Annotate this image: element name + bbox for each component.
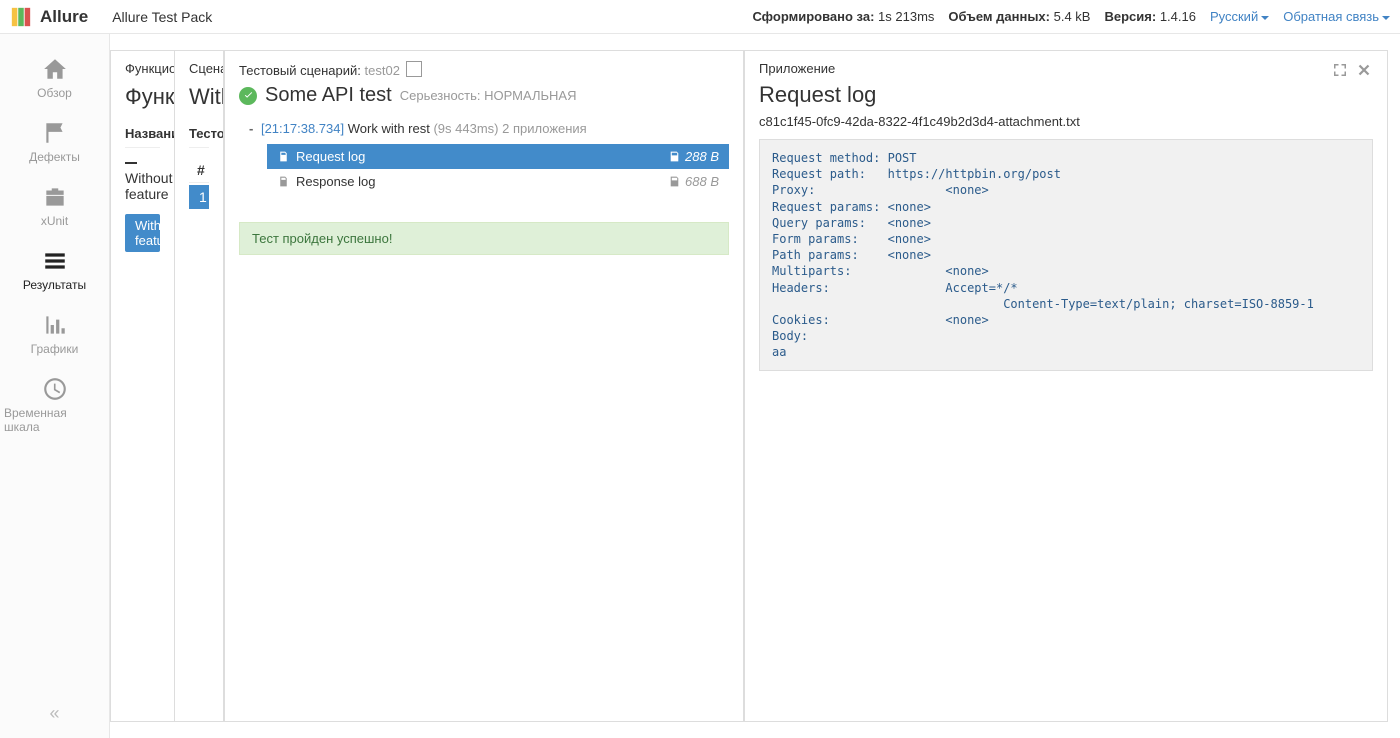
version-value: 1.4.16 [1160,9,1196,24]
scenario-index: 1 [199,189,207,205]
step-row[interactable]: - [21:17:38.734] Work with rest (9s 443m… [239,117,729,140]
sidebar-item-behaviors[interactable]: Результаты [0,238,109,302]
feature-row-label: Without feature [125,170,172,202]
step-timestamp: [21:17:38.734] [261,121,344,136]
sidebar-item-overview[interactable]: Обзор [0,46,109,110]
status-passed-icon [239,87,257,105]
chevron-down-icon [1382,16,1390,20]
sidebar-item-timeline[interactable]: Временная шкала [0,366,109,444]
attachment-body: Request method: POST Request path: https… [759,139,1373,371]
topbar: Allure Allure Test Pack Сформировано за:… [0,0,1400,34]
briefcase-icon [42,184,68,210]
sidebar-item-label: xUnit [41,214,68,228]
step-attachment-count: 2 приложения [502,121,587,136]
flag-icon [42,120,68,146]
sidebar-collapse-button[interactable]: « [0,695,109,738]
expand-icon[interactable] [1331,61,1349,79]
breadcrumb: Приложение [759,61,876,76]
generated-label: Сформировано за: [752,9,874,24]
attachment-row[interactable]: Request log 288 B [267,144,729,169]
sidebar-item-defects[interactable]: Дефекты [0,110,109,174]
attachment-name: Response log [296,174,376,189]
chevron-double-left-icon: « [49,703,59,723]
breadcrumb-value: test02 [365,63,400,78]
home-icon [42,56,68,82]
sidebar-item-label: Временная шкала [4,406,105,434]
breadcrumb: Тестовый сценарий: test02 [239,61,729,78]
breadcrumb: Функциональность [125,61,160,76]
selected-feature[interactable]: Without feature [125,214,160,252]
step-name: Work with rest [348,121,430,136]
breadcrumb-label: Тестовый сценарий: [239,63,361,78]
success-banner: Тест пройден успешно! [239,222,729,255]
column-header: Тестовые [189,120,209,148]
version-label: Версия: [1104,9,1156,24]
save-icon [668,175,681,188]
severity: Серьезность: НОРМАЛЬНАЯ [400,88,577,103]
file-icon [277,175,290,188]
copy-icon[interactable] [408,63,422,77]
scenario-row[interactable]: 1 [189,185,209,209]
datasize-block: Объем данных: 5.4 kB [948,9,1090,24]
sidebar-item-graphs[interactable]: Графики [0,302,109,366]
index-column-header: # [189,158,209,183]
panel-title: Функции [125,84,160,110]
brand-label: Allure [40,7,88,27]
file-icon [277,150,290,163]
datasize-label: Объем данных: [948,9,1050,24]
attachment-size: 288 B [685,149,719,164]
step-toggle[interactable]: - [249,121,253,136]
datasize-value: 5.4 kB [1054,9,1091,24]
severity-label: Серьезность: [400,88,481,103]
list-icon [42,248,68,274]
feedback-dropdown[interactable]: Обратная связь [1283,9,1390,24]
attachment-size: 688 B [685,174,719,189]
version-block: Версия: 1.4.16 [1104,9,1195,24]
attachment-viewer-panel: Приложение Request log c81c1f45-0fc9-42d… [744,50,1388,722]
sidebar-item-xunit[interactable]: xUnit [0,174,109,238]
column-header: Название [125,120,160,148]
selected-feature-label: Without feature [135,218,174,248]
close-icon[interactable] [1355,61,1373,79]
sidebar-item-label: Графики [31,342,79,356]
language-label: Русский [1210,9,1258,24]
breadcrumb: Сценарии [189,61,209,76]
sidebar-item-label: Обзор [37,86,72,100]
clock-icon [42,376,68,402]
feature-row[interactable]: Without feature [125,148,160,208]
chevron-down-icon [1261,16,1269,20]
step-duration: (9s 443ms) [433,121,498,136]
testcase-title: Some API test [265,84,392,107]
language-dropdown[interactable]: Русский [1210,9,1269,24]
features-panel: Функциональность Функции Название Withou… [110,50,174,722]
testcase-panel: Тестовый сценарий: test02 Some API test … [224,50,744,722]
sidebar-item-label: Результаты [23,278,86,292]
attachment-filename: c81c1f45-0fc9-42da-8322-4f1c49b2d3d4-att… [745,108,1387,139]
allure-logo-icon [10,6,32,28]
report-title: Allure Test Pack [112,9,212,25]
attachment-name: Request log [296,149,365,164]
attachment-title: Request log [759,82,876,108]
severity-value: НОРМАЛЬНАЯ [484,88,576,103]
success-text: Тест пройден успешно! [252,231,392,246]
save-icon [668,150,681,163]
attachment-row[interactable]: Response log 688 B [267,169,729,194]
sidebar: Обзор Дефекты xUnit Результаты Графики В… [0,34,110,738]
feedback-label: Обратная связь [1283,9,1379,24]
scenarios-panel: Сценарии Without feature Тестовые # 1 [174,50,224,722]
panel-title: Without feature [189,84,209,110]
sidebar-item-label: Дефекты [29,150,80,164]
chart-icon [42,312,68,338]
generated-block: Сформировано за: 1s 213ms [752,9,934,24]
generated-value: 1s 213ms [878,9,934,24]
minus-icon [125,162,137,164]
